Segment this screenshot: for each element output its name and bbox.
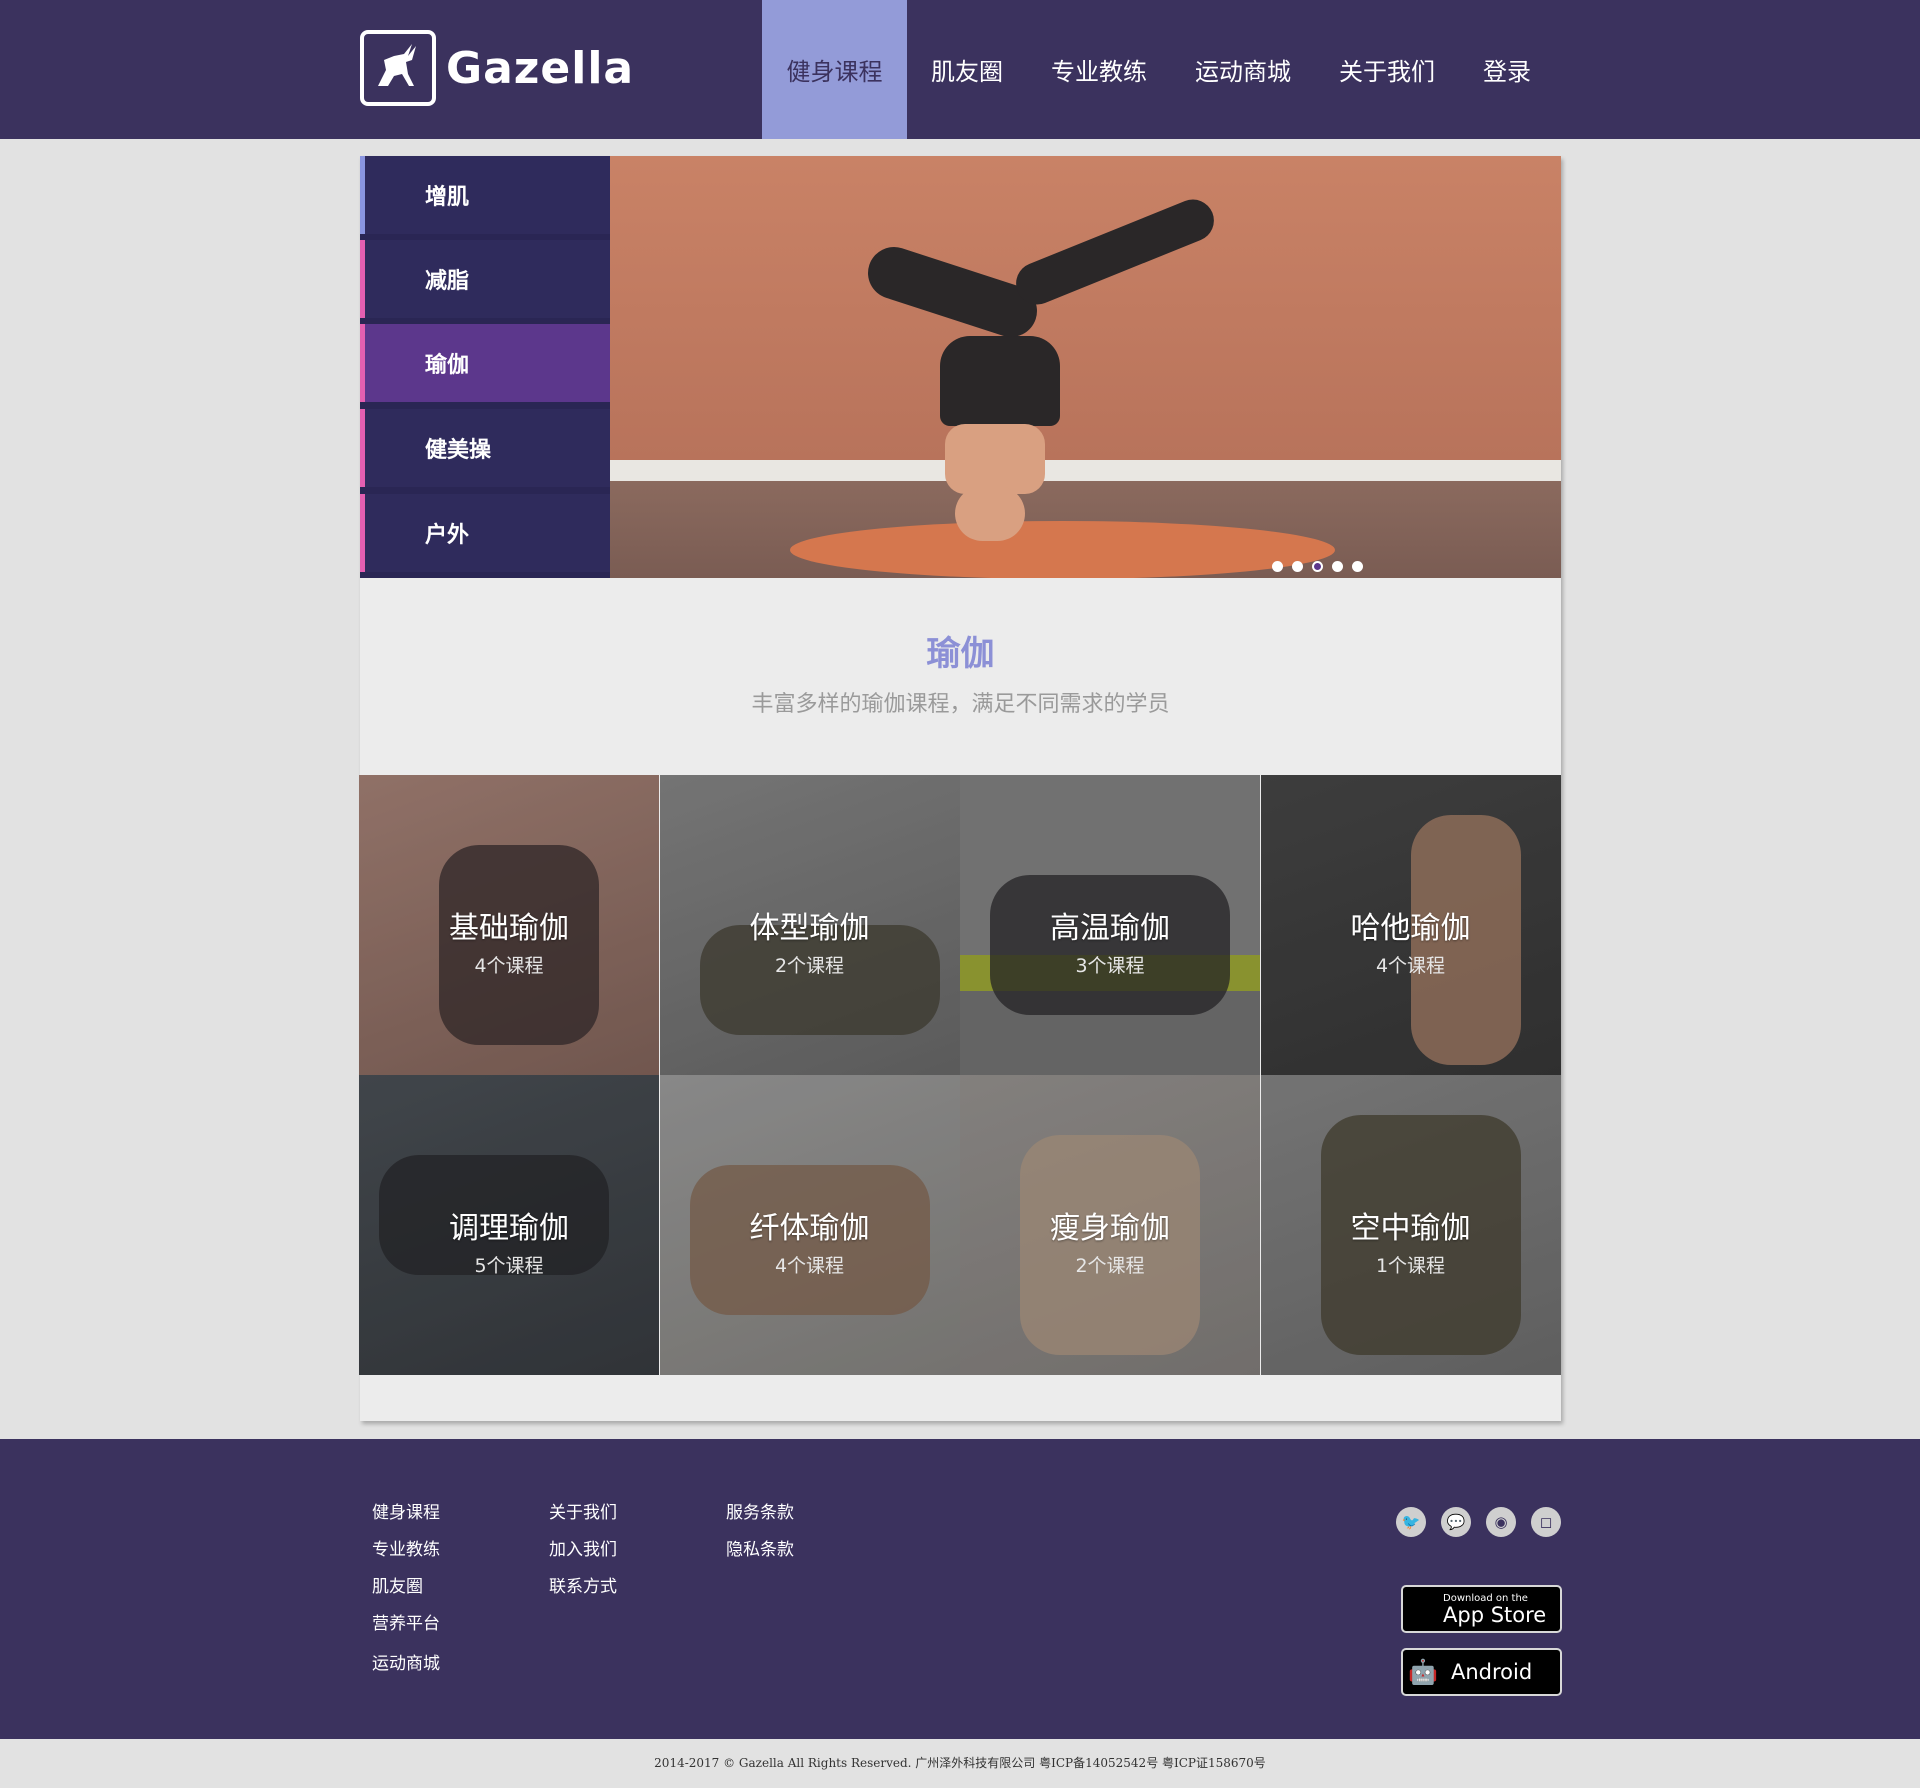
- android-icon: 🤖: [1408, 1658, 1438, 1686]
- footer-link[interactable]: 加入我们: [549, 1539, 617, 1576]
- carousel-dots: [1272, 561, 1363, 572]
- course-tile[interactable]: 空中瑜伽 1个课程: [1260, 1075, 1561, 1375]
- course-name: 体型瑜伽: [749, 911, 870, 946]
- category-item-1[interactable]: 减脂: [360, 240, 610, 318]
- carousel-dot[interactable]: [1312, 561, 1323, 572]
- course-count: 2个课程: [1075, 1255, 1145, 1277]
- instagram-icon[interactable]: ◻: [1531, 1507, 1561, 1537]
- course-tile[interactable]: 纤体瑜伽 4个课程: [659, 1075, 960, 1375]
- footer-link[interactable]: 肌友圈: [372, 1576, 440, 1613]
- course-count: 3个课程: [1075, 955, 1145, 977]
- gazelle-logo-icon: [360, 30, 436, 106]
- course-name: 空中瑜伽: [1350, 1211, 1471, 1246]
- course-tile[interactable]: 基础瑜伽 4个课程: [359, 775, 659, 1075]
- category-menu: 增肌 减脂 瑜伽 健美操 户外: [360, 156, 610, 578]
- banner: 增肌 减脂 瑜伽 健美操 户外: [360, 156, 1561, 578]
- course-grid: 基础瑜伽 4个课程 体型瑜伽 2个课程 高温瑜伽 3个课程 哈他瑜伽 4个课程 调理瑜伽 5个课程…: [359, 775, 1561, 1376]
- main-card: 增肌 减脂 瑜伽 健美操 户外 瑜伽 丰富多样的瑜伽课程，满足不同需求的学员 基础瑜伽 4…: [359, 156, 1561, 1421]
- nav-item-4[interactable]: 关于我们: [1315, 0, 1459, 139]
- copyright: 2014-2017 © Gazella All Rights Reserved.…: [654, 1756, 1266, 1770]
- footer-link[interactable]: 营养平台: [372, 1613, 440, 1653]
- footer-link[interactable]: 运动商城: [372, 1653, 440, 1693]
- figure-right-leg: [1009, 193, 1221, 311]
- footer-link[interactable]: 服务条款: [726, 1502, 794, 1539]
- course-count: 1个课程: [1375, 1255, 1446, 1277]
- footer-link[interactable]: 关于我们: [549, 1502, 617, 1539]
- twitter-icon[interactable]: 🐦: [1396, 1507, 1426, 1537]
- site-footer: 健身课程 专业教练 肌友圈 营养平台 运动商城 关于我们 加入我们 联系方式 服务条款 隐私条…: [0, 1439, 1920, 1739]
- category-item-3[interactable]: 健美操: [360, 409, 610, 487]
- footer-link[interactable]: 健身课程: [372, 1502, 440, 1539]
- hero-image: [610, 156, 1561, 578]
- wechat-icon[interactable]: 💬: [1441, 1507, 1471, 1537]
- app-store-button[interactable]: Download on the App Store: [1401, 1585, 1562, 1633]
- course-name: 哈他瑜伽: [1350, 911, 1471, 946]
- course-name: 调理瑜伽: [449, 1211, 569, 1246]
- nav-item-0[interactable]: 健身课程: [762, 0, 907, 139]
- social-links: 🐦 💬 ◉ ◻: [1396, 1507, 1561, 1537]
- figure-left-leg: [861, 240, 1044, 344]
- footer-col-1: 健身课程 专业教练 肌友圈 营养平台 运动商城: [372, 1502, 440, 1693]
- nav-item-3[interactable]: 运动商城: [1171, 0, 1315, 139]
- footer-col-3: 服务条款 隐私条款: [726, 1502, 794, 1576]
- logo-text: Gazella: [446, 42, 635, 94]
- section-subtitle: 丰富多样的瑜伽课程，满足不同需求的学员: [751, 692, 1170, 717]
- carousel-dot[interactable]: [1272, 561, 1283, 572]
- footer-link[interactable]: 专业教练: [372, 1539, 440, 1576]
- main-nav: 健身课程 肌友圈 专业教练 运动商城 关于我们 登录: [762, 0, 1555, 139]
- figure-back: [945, 424, 1045, 494]
- nav-item-1[interactable]: 肌友圈: [907, 0, 1027, 139]
- course-name: 瘦身瑜伽: [1050, 1211, 1170, 1246]
- course-tile[interactable]: 高温瑜伽 3个课程: [960, 775, 1260, 1075]
- course-tile[interactable]: 瘦身瑜伽 2个课程: [960, 1075, 1260, 1375]
- carousel-dot[interactable]: [1332, 561, 1343, 572]
- course-tile[interactable]: 哈他瑜伽 4个课程: [1260, 775, 1561, 1075]
- course-count: 4个课程: [1375, 955, 1446, 977]
- android-button[interactable]: 🤖 Android: [1401, 1648, 1562, 1696]
- app-store-label: App Store: [1443, 1602, 1547, 1627]
- course-count: 5个课程: [474, 1255, 544, 1277]
- category-item-4[interactable]: 户外: [360, 494, 610, 572]
- category-item-0[interactable]: 增肌: [360, 156, 610, 234]
- nav-item-2[interactable]: 专业教练: [1027, 0, 1171, 139]
- site-header: Gazella 健身课程 肌友圈 专业教练 运动商城 关于我们 登录: [0, 0, 1920, 139]
- footer-col-2: 关于我们 加入我们 联系方式: [549, 1502, 617, 1613]
- course-name: 纤体瑜伽: [749, 1211, 870, 1246]
- android-label: Android: [1451, 1660, 1533, 1684]
- course-count: 2个课程: [774, 955, 845, 977]
- section-title: 瑜伽: [926, 634, 995, 674]
- figure-torso: [940, 336, 1060, 426]
- footer-link[interactable]: 联系方式: [549, 1576, 617, 1613]
- footer-link[interactable]: 隐私条款: [726, 1539, 794, 1576]
- app-store-small-label: Download on the: [1443, 1592, 1528, 1604]
- carousel-dot[interactable]: [1292, 561, 1303, 572]
- weibo-icon[interactable]: ◉: [1486, 1507, 1516, 1537]
- carousel-dot[interactable]: [1352, 561, 1363, 572]
- course-count: 4个课程: [774, 1255, 845, 1277]
- course-tile[interactable]: 调理瑜伽 5个课程: [359, 1075, 659, 1375]
- course-count: 4个课程: [474, 955, 544, 977]
- nav-item-5[interactable]: 登录: [1459, 0, 1555, 139]
- logo[interactable]: Gazella: [360, 30, 634, 106]
- figure-head: [955, 486, 1025, 541]
- course-tile[interactable]: 体型瑜伽 2个课程: [659, 775, 960, 1075]
- category-item-2[interactable]: 瑜伽: [360, 324, 610, 402]
- yoga-mat: [790, 521, 1335, 578]
- course-name: 基础瑜伽: [449, 911, 569, 946]
- course-name: 高温瑜伽: [1050, 911, 1170, 946]
